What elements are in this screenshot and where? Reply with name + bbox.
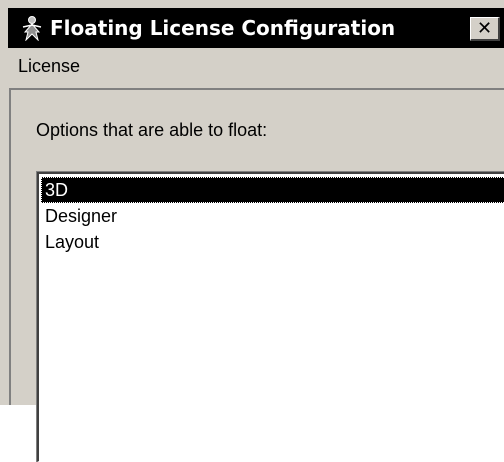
license-figure-icon	[22, 16, 42, 41]
list-item-designer[interactable]: Designer	[41, 203, 504, 229]
list-item-layout[interactable]: Layout	[41, 229, 504, 255]
menu-license[interactable]: License	[18, 55, 80, 77]
title-bar[interactable]: Floating License Configuration ✕	[8, 8, 504, 48]
float-options-listbox[interactable]: 3D Designer Layout	[36, 171, 504, 462]
menu-bar: License	[8, 48, 504, 86]
list-items: 3D Designer Layout	[41, 177, 504, 255]
window-title: Floating License Configuration	[50, 16, 396, 40]
client-area: Options that are able to float: 3D Desig…	[9, 88, 504, 462]
list-item-3d[interactable]: 3D	[41, 177, 504, 203]
close-button[interactable]: ✕	[470, 17, 500, 41]
license-config-window: Floating License Configuration ✕ License…	[0, 0, 504, 462]
options-label: Options that are able to float:	[36, 120, 268, 140]
close-icon: ✕	[476, 18, 493, 39]
